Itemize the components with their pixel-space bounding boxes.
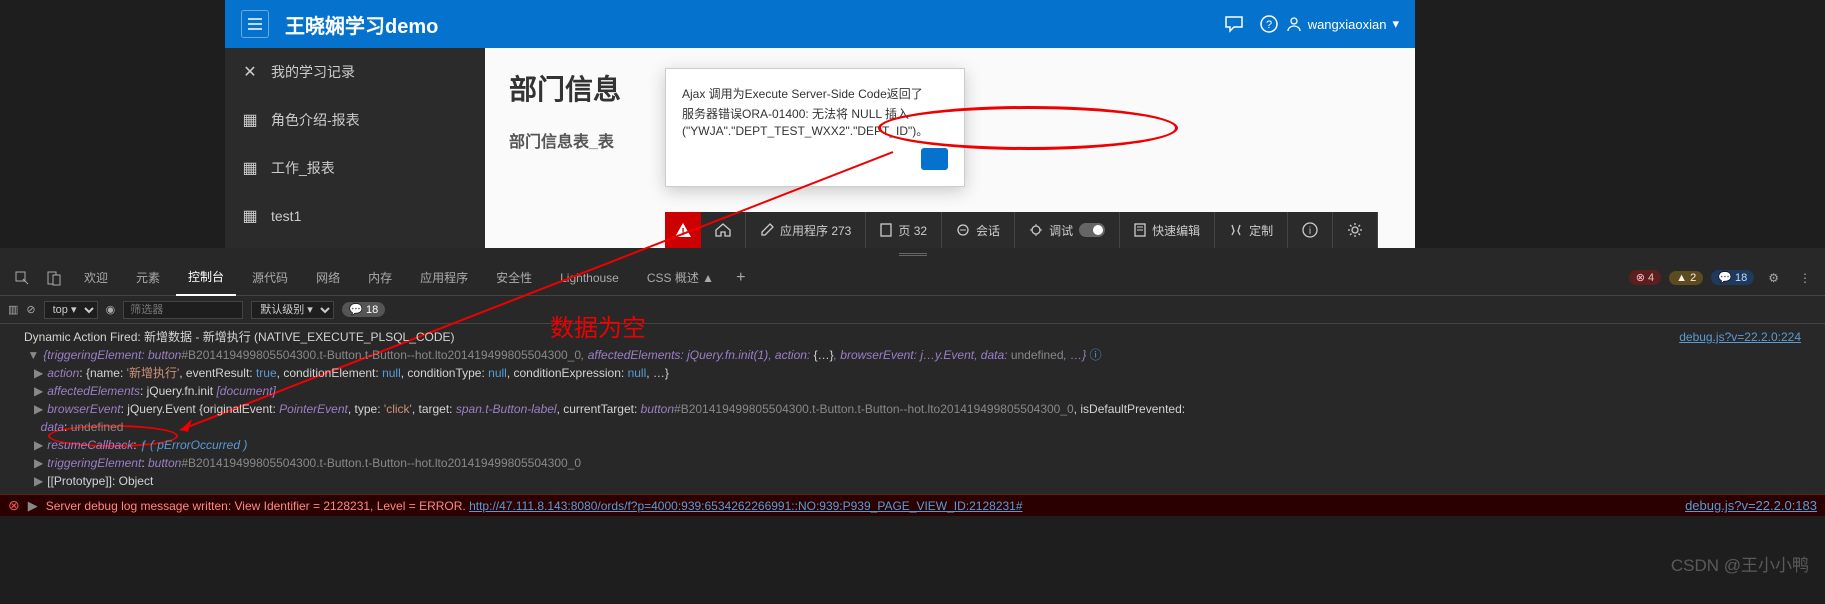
- sidebar: ✕ 我的学习记录 ▦ 角色介绍-报表 ▦ 工作_报表 ▦ test1: [225, 48, 485, 248]
- info-button[interactable]: i: [1288, 212, 1333, 248]
- console-prop-resume[interactable]: ▶resumeCallback: ƒ ( pErrorOccurred ): [24, 436, 1801, 454]
- watermark-signature: CSDN @王小小鸭: [1671, 551, 1809, 576]
- svg-text:i: i: [1309, 226, 1311, 237]
- report-icon: ▦: [241, 158, 259, 178]
- edit-page-button[interactable]: 页 32: [866, 212, 942, 248]
- apex-dev-toolbar: ! 应用程序 273 页 32 会话 调试: [665, 212, 1378, 248]
- home-button[interactable]: [701, 212, 746, 248]
- sidebar-item-label: 我的学习记录: [271, 62, 355, 82]
- gear-icon[interactable]: ⚙: [1762, 267, 1785, 289]
- tab-elements[interactable]: 元素: [124, 260, 172, 296]
- plus-icon[interactable]: +: [730, 265, 751, 291]
- console-object-preview[interactable]: ▼{triggeringElement: button#B20141949980…: [24, 346, 1801, 364]
- console-line: Dynamic Action Fired: 新增数据 - 新增执行 (NATIV…: [24, 328, 1801, 346]
- tab-css-overview[interactable]: CSS 概述 ▲: [635, 260, 726, 296]
- console-error-line: ⊗ ▶ Server debug log message written: Vi…: [0, 494, 1825, 516]
- context-select[interactable]: top ▾: [44, 301, 98, 319]
- more-icon[interactable]: ⋮: [1793, 267, 1817, 289]
- user-icon: [1286, 16, 1302, 32]
- console-prop-prototype[interactable]: ▶[[Prototype]]: Object: [24, 472, 1801, 490]
- customize-button[interactable]: 定制: [1215, 212, 1288, 248]
- console-prop-affected[interactable]: ▶affectedElements: jQuery.fn.init [docum…: [24, 382, 1801, 400]
- modal-title: Ajax 调用为Execute Server-Side Code返回了: [682, 85, 948, 102]
- eye-icon[interactable]: ◉: [106, 303, 116, 316]
- console-filter-bar: ▥ ⊘ top ▾ ◉ 默认级别 ▾ 💬 18: [0, 296, 1825, 324]
- sidebar-item-roles[interactable]: ▦ 角色介绍-报表: [225, 96, 485, 144]
- sidebar-item-label: 角色介绍-报表: [271, 110, 360, 130]
- info-badge[interactable]: 💬 18: [1711, 270, 1754, 285]
- grid-icon: ▦: [241, 110, 259, 130]
- tab-lighthouse[interactable]: Lighthouse: [548, 260, 631, 296]
- console-prop-triggering[interactable]: ▶triggeringElement: button#B201419499805…: [24, 454, 1801, 472]
- sidebar-item-label: 工作_报表: [271, 158, 335, 178]
- crossed-tools-icon: ✕: [241, 62, 259, 82]
- error-text: Server debug log message written: View I…: [46, 499, 1023, 513]
- filter-input[interactable]: [123, 301, 243, 319]
- error-modal: Ajax 调用为Execute Server-Side Code返回了 服务器错…: [665, 68, 965, 187]
- sidebar-item-label: test1: [271, 208, 301, 224]
- svg-text:?: ?: [1266, 19, 1272, 31]
- error-x-icon: ⊗: [8, 497, 20, 514]
- device-icon[interactable]: [40, 266, 68, 290]
- devtools-panel: 欢迎 元素 控制台 源代码 网络 内存 应用程序 安全性 Lighthouse …: [0, 248, 1825, 516]
- error-url-link[interactable]: http://47.111.8.143:8080/ords/f?p=4000:9…: [469, 499, 1022, 513]
- debug-button[interactable]: 调试: [1015, 212, 1120, 248]
- edit-app-button[interactable]: 应用程序 273: [746, 212, 866, 248]
- console-output: Dynamic Action Fired: 新增数据 - 新增执行 (NATIV…: [0, 324, 1825, 494]
- tab-sources[interactable]: 源代码: [240, 260, 300, 296]
- devtools-tabs: 欢迎 元素 控制台 源代码 网络 内存 应用程序 安全性 Lighthouse …: [0, 260, 1825, 296]
- tab-welcome[interactable]: 欢迎: [72, 260, 120, 296]
- clear-icon[interactable]: ⊘: [26, 303, 35, 316]
- modal-ok-button[interactable]: [921, 148, 948, 170]
- menu-button[interactable]: [241, 10, 269, 38]
- app-bar: 王晓娴学习demo ? wangxiaoxian ▾: [225, 0, 1415, 48]
- inspect-icon[interactable]: [8, 266, 36, 290]
- main-content: 部门信息 部门信息表_表 Ajax 调用为Execute Server-Side…: [485, 48, 1415, 248]
- tab-console[interactable]: 控制台: [176, 260, 236, 296]
- warning-icon[interactable]: !: [665, 212, 701, 248]
- gear-button[interactable]: [1333, 212, 1378, 248]
- file-link[interactable]: debug.js?v=22.2.0:224: [1679, 328, 1801, 346]
- app-body: ✕ 我的学习记录 ▦ 角色介绍-报表 ▦ 工作_报表 ▦ test1 部门信息 …: [225, 48, 1415, 248]
- tab-application[interactable]: 应用程序: [408, 260, 480, 296]
- sidebar-toggle-icon[interactable]: ▥: [8, 303, 18, 316]
- hidden-count-badge[interactable]: 💬 18: [342, 302, 385, 317]
- warning-badge[interactable]: ▲ 2: [1669, 271, 1703, 285]
- sidebar-item-work[interactable]: ▦ 工作_报表: [225, 144, 485, 192]
- svg-text:!: !: [681, 227, 684, 238]
- console-prop-browser-event[interactable]: ▶browserEvent: jQuery.Event {originalEve…: [24, 400, 1801, 418]
- tab-security[interactable]: 安全性: [484, 260, 544, 296]
- quick-edit-button[interactable]: 快速编辑: [1120, 212, 1215, 248]
- report-icon: ▦: [241, 206, 259, 226]
- tab-memory[interactable]: 内存: [356, 260, 404, 296]
- console-prop-data[interactable]: data: undefined: [24, 418, 1801, 436]
- chat-icon[interactable]: [1224, 15, 1244, 33]
- modal-body: 服务器错误ORA-01400: 无法将 NULL 插入 ("YWJA"."DEP…: [682, 106, 948, 140]
- console-prop-action[interactable]: ▶action: {name: '新增执行', eventResult: tru…: [24, 364, 1801, 382]
- user-name: wangxiaoxian: [1308, 17, 1387, 32]
- app-title: 王晓娴学习demo: [285, 10, 1216, 39]
- debug-toggle[interactable]: [1079, 223, 1105, 237]
- error-badge[interactable]: ⊗ 4: [1629, 270, 1661, 285]
- level-select[interactable]: 默认级别 ▾: [251, 301, 334, 319]
- tab-network[interactable]: 网络: [304, 260, 352, 296]
- sidebar-item-test1[interactable]: ▦ test1: [225, 192, 485, 240]
- session-button[interactable]: 会话: [942, 212, 1015, 248]
- user-menu[interactable]: wangxiaoxian ▾: [1286, 16, 1399, 32]
- chevron-down-icon: ▾: [1392, 16, 1399, 32]
- sidebar-item-learning[interactable]: ✕ 我的学习记录: [225, 48, 485, 96]
- file-link[interactable]: debug.js?v=22.2.0:183: [1685, 498, 1817, 513]
- help-icon[interactable]: ?: [1260, 15, 1278, 33]
